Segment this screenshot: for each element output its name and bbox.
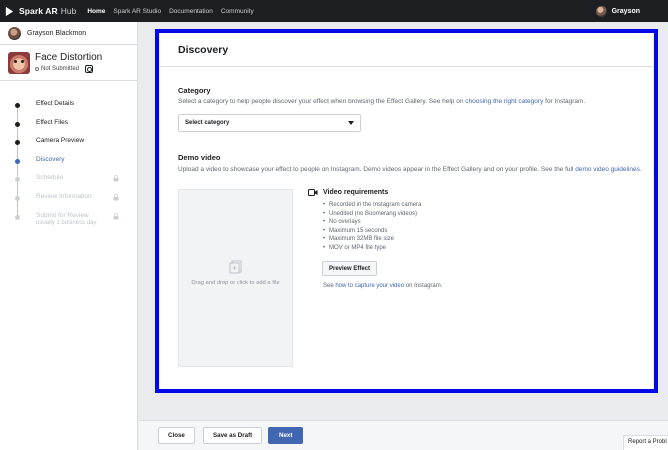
- step-dot-icon: [15, 121, 20, 127]
- nav-link-home[interactable]: Home: [87, 8, 105, 15]
- step-dot-icon: [15, 103, 20, 108]
- lock-icon: [113, 194, 119, 201]
- step-schedule: Schedule: [0, 174, 137, 193]
- nav-link-community[interactable]: Community: [221, 8, 254, 15]
- step-effect-files[interactable]: Effect Files: [0, 119, 137, 138]
- step-label: Review Information: [36, 192, 92, 200]
- step-dot-icon: [15, 214, 20, 220]
- user-avatar: [595, 5, 607, 17]
- capture-hint-suffix: on Instagram.: [404, 283, 443, 289]
- effect-title: Face Distortion: [35, 52, 103, 63]
- step-label: Discovery: [36, 155, 65, 163]
- video-requirements-header: Video requirements: [308, 189, 421, 196]
- capture-video-hint: See how to capture your video on Instagr…: [323, 283, 442, 289]
- video-requirements: Video requirements Recorded in the Insta…: [308, 189, 442, 289]
- demo-video-title: Demo video: [178, 153, 221, 162]
- step-dot-icon: [15, 177, 20, 183]
- choosing-category-link[interactable]: choosing the right category: [465, 98, 543, 105]
- step-label: Effect Details: [36, 100, 75, 107]
- add-file-icon: [229, 260, 241, 274]
- category-select[interactable]: Select category: [178, 114, 361, 132]
- list-item: Recorded in the Instagram camera: [323, 201, 421, 210]
- video-dropzone[interactable]: Drag and drop or click to add a file: [178, 189, 293, 367]
- effect-status-row: Not Submitted: [35, 65, 102, 73]
- step-review-information: Review Information: [0, 193, 137, 212]
- demo-desc-suffix: .: [639, 166, 642, 173]
- close-button[interactable]: Close: [158, 427, 195, 444]
- chevron-down-icon: [348, 121, 354, 125]
- requirements-list: Recorded in the Instagram camera Unedite…: [323, 201, 421, 252]
- capture-hint-prefix: See: [323, 283, 336, 289]
- sidebar-user[interactable]: Grayson Blackmon: [0, 22, 137, 45]
- step-camera-preview[interactable]: Camera Preview: [0, 137, 137, 156]
- preview-effect-button[interactable]: Preview Effect: [322, 261, 378, 276]
- list-item: No overlays: [323, 218, 421, 227]
- step-label: Effect Files: [36, 118, 69, 126]
- list-item: Maximum 32MB file size: [323, 235, 421, 244]
- sidebar: Grayson Blackmon Face Distortion Not Sub…: [0, 22, 138, 450]
- nav-user-name: Grayson: [611, 7, 640, 15]
- discovery-card: Discovery Category Select a category to …: [160, 33, 653, 389]
- step-dot-icon: [15, 195, 20, 201]
- category-description: Select a category to help people discove…: [178, 97, 643, 107]
- effect-thumbnail: [8, 51, 30, 74]
- demo-video-description: Upload a video to showcase your effect t…: [178, 165, 643, 175]
- list-item: Maximum 15 seconds: [323, 227, 421, 236]
- step-sublabel: usually 1 business day: [36, 219, 97, 226]
- capture-video-link[interactable]: how to capture your video: [335, 283, 404, 289]
- category-desc-suffix: for Instagram.: [543, 98, 586, 105]
- spark-ar-hub-logo[interactable]: Spark AR Hub: [4, 6, 76, 17]
- nav-link-spark-ar-studio[interactable]: Spark AR Studio: [113, 8, 161, 15]
- step-discovery[interactable]: Discovery: [0, 156, 137, 175]
- step-label: Schedule: [36, 174, 64, 182]
- spark-ar-logo-icon: [5, 6, 14, 16]
- effect-status: Not Submitted: [41, 66, 80, 72]
- sidebar-user-name: Grayson Blackmon: [27, 29, 87, 37]
- category-title: Category: [178, 86, 211, 95]
- step-effect-details[interactable]: Effect Details: [0, 100, 137, 119]
- report-problem-button[interactable]: Report a Probl: [623, 435, 668, 450]
- list-item: Unedited (no Boomerang videos): [323, 210, 421, 219]
- step-label: Submit for Review: [36, 211, 89, 219]
- next-button[interactable]: Next: [268, 427, 304, 444]
- sidebar-effect-summary: Face Distortion Not Submitted: [0, 45, 137, 81]
- lock-icon: [113, 212, 119, 220]
- nav-user-menu[interactable]: Grayson: [595, 5, 640, 17]
- brand-name: Spark AR: [19, 6, 58, 16]
- footer-action-bar: Close Save as Draft Next Report a Probl: [139, 420, 668, 450]
- save-as-draft-button[interactable]: Save as Draft: [203, 427, 263, 444]
- dropzone-text: Drag and drop or click to add a file: [191, 280, 280, 286]
- sidebar-user-avatar: [8, 26, 21, 40]
- step-label: Camera Preview: [36, 137, 85, 145]
- list-item: MOV or MP4 file type: [323, 244, 421, 253]
- step-submit-for-review: Submit for Review usually 1 business day: [0, 212, 137, 234]
- demo-video-guidelines-link[interactable]: demo video guidelines: [575, 166, 640, 173]
- submission-steps: Effect Details Effect Files Camera Previ…: [0, 100, 137, 234]
- video-requirements-title: Video requirements: [323, 189, 389, 196]
- brand-sub: Hub: [60, 6, 77, 16]
- status-circle-icon: [35, 67, 39, 71]
- video-camera-icon: [308, 189, 318, 196]
- demo-desc-text: Upload a video to showcase your effect t…: [178, 166, 576, 173]
- page-title: Discovery: [160, 33, 653, 67]
- category-select-value: Select category: [185, 120, 230, 126]
- nav-links: Home Spark AR Studio Documentation Commu…: [87, 8, 261, 15]
- nav-link-documentation[interactable]: Documentation: [169, 8, 213, 15]
- lock-icon: [113, 175, 119, 182]
- step-dot-icon: [15, 140, 20, 146]
- step-dot-icon: [15, 158, 20, 164]
- category-desc-text: Select a category to help people discove…: [178, 98, 466, 105]
- instagram-icon: [85, 65, 94, 73]
- top-navigation-bar: Spark AR Hub Home Spark AR Studio Docume…: [0, 0, 668, 22]
